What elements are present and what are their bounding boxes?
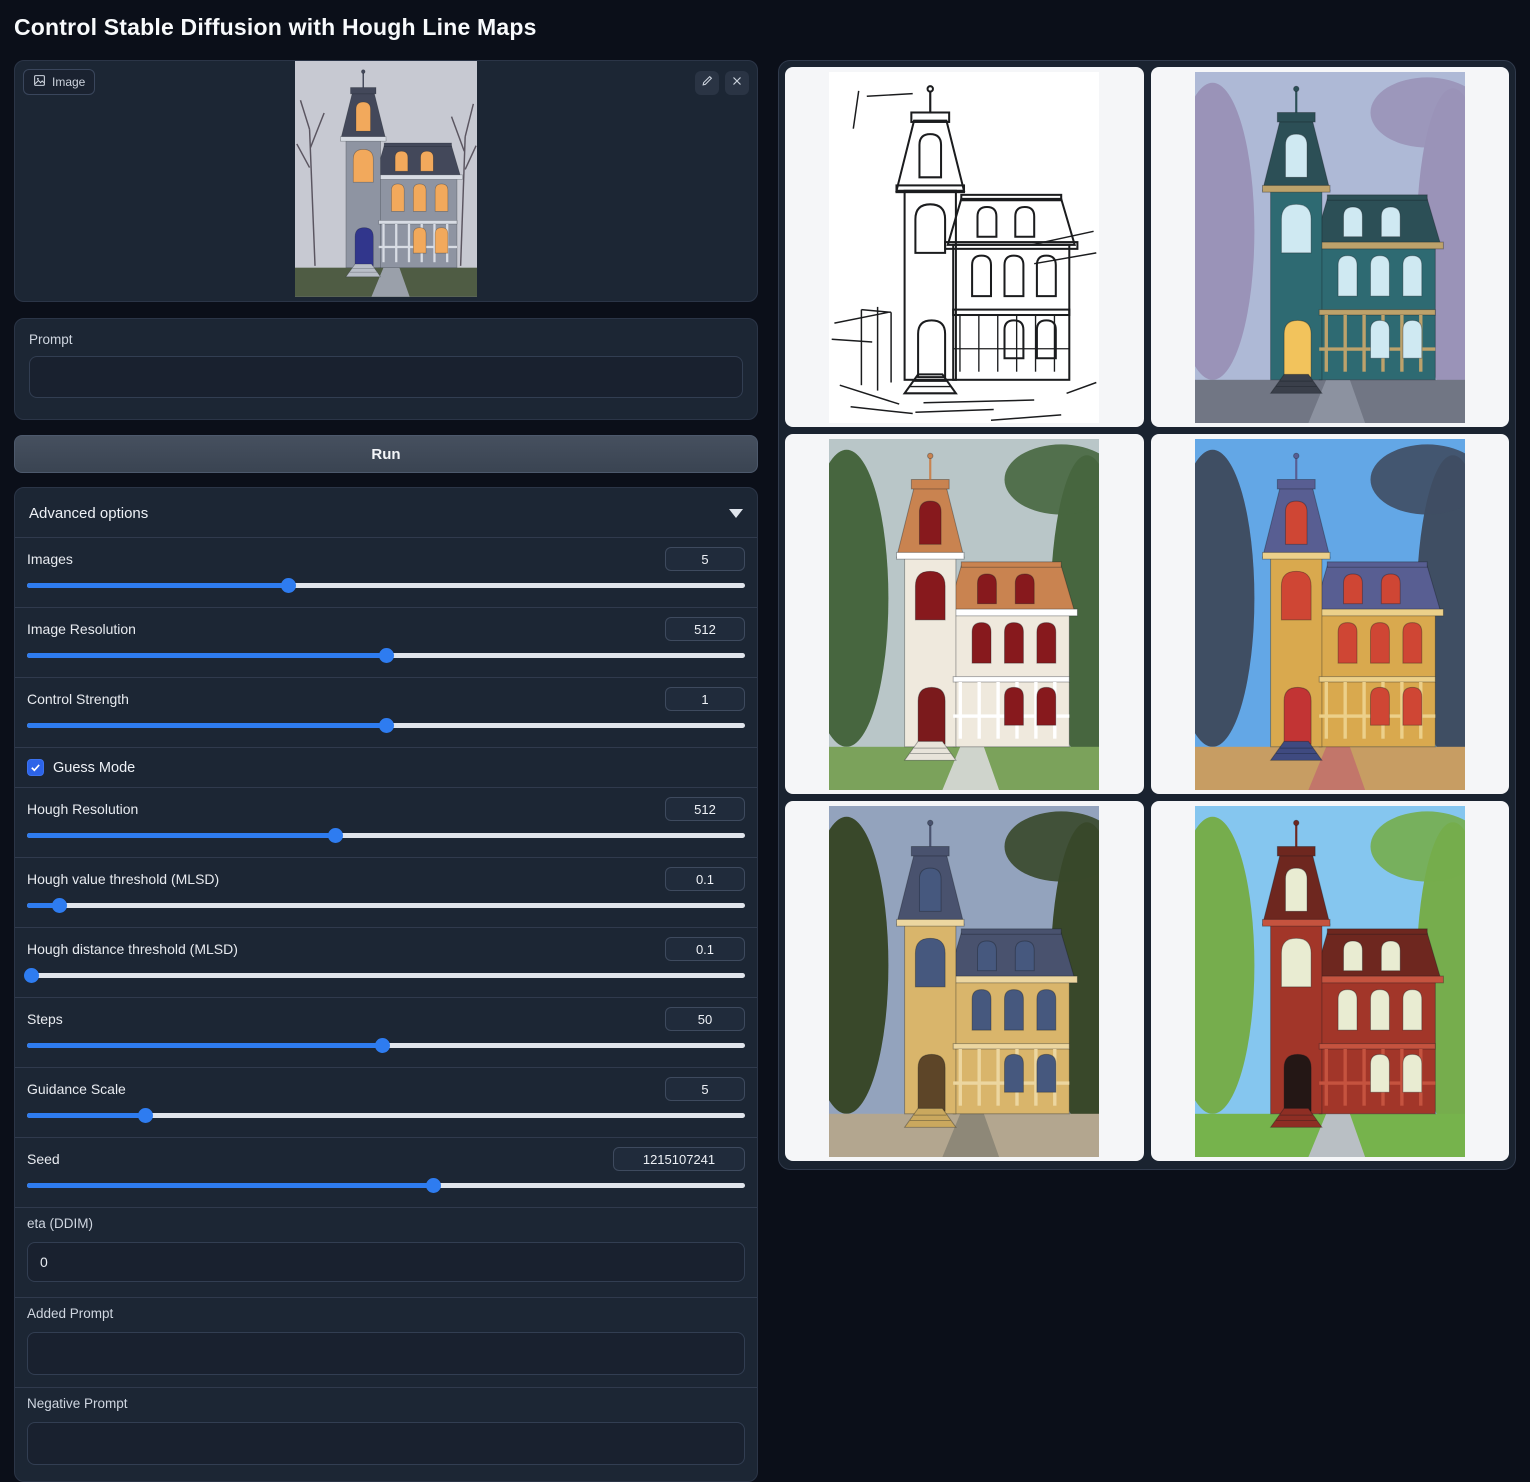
result-white-house-image	[829, 439, 1099, 790]
row-eta-ddim: eta (DDIM)	[15, 1207, 757, 1297]
result-gold-house-image	[829, 806, 1099, 1157]
clear-image-button[interactable]	[725, 71, 749, 95]
gallery-item-result-mustard-house[interactable]	[1151, 434, 1510, 794]
added-prompt-label: Added Prompt	[27, 1306, 745, 1321]
prompt-block: Prompt	[14, 318, 758, 420]
row-steps: Steps	[15, 997, 757, 1067]
hough-value-threshold-mlsd-slider[interactable]	[27, 903, 745, 908]
input-image-preview	[295, 60, 477, 302]
prompt-input[interactable]	[29, 356, 743, 398]
advanced-options-accordion: Advanced options Images Image Resolution…	[14, 487, 758, 1482]
hough-distance-threshold-mlsd-slider[interactable]	[27, 973, 745, 978]
seed-slider-fill	[27, 1183, 433, 1188]
hough-distance-threshold-mlsd-slider-handle[interactable]	[24, 968, 39, 983]
steps-slider-fill	[27, 1043, 382, 1048]
control-strength-slider-handle[interactable]	[379, 718, 394, 733]
result-red-brick-house-image	[1195, 806, 1465, 1157]
hough-resolution-value-input[interactable]	[665, 797, 745, 821]
seed-label: Seed	[27, 1151, 60, 1167]
x-icon	[731, 74, 743, 92]
gallery-item-result-gold-house[interactable]	[785, 801, 1144, 1161]
pencil-icon	[701, 74, 714, 92]
row-control-strength: Control Strength	[15, 677, 757, 747]
added-prompt-input[interactable]	[27, 1332, 745, 1375]
images-slider-handle[interactable]	[281, 578, 296, 593]
guidance-scale-slider[interactable]	[27, 1113, 745, 1118]
row-images: Images	[15, 537, 757, 607]
input-image-dropzone[interactable]: Image	[14, 60, 758, 302]
gallery-item-result-white-house[interactable]	[785, 434, 1144, 794]
gallery-item-result-teal-house[interactable]	[1151, 67, 1510, 427]
row-added-prompt: Added Prompt	[15, 1297, 757, 1387]
check-icon	[30, 762, 41, 773]
eta-ddim-input[interactable]	[27, 1242, 745, 1282]
control-strength-label: Control Strength	[27, 691, 129, 707]
advanced-controls: Images Image Resolution Control Strength	[15, 537, 757, 1477]
images-slider[interactable]	[27, 583, 745, 588]
hough-value-threshold-mlsd-label: Hough value threshold (MLSD)	[27, 871, 219, 887]
seed-slider-handle[interactable]	[426, 1178, 441, 1193]
page-title: Control Stable Diffusion with Hough Line…	[14, 14, 537, 41]
advanced-options-title: Advanced options	[29, 505, 148, 522]
gallery-item-result-red-brick-house[interactable]	[1151, 801, 1510, 1161]
row-guidance-scale: Guidance Scale	[15, 1067, 757, 1137]
image-label: Image	[52, 75, 85, 89]
image-resolution-label: Image Resolution	[27, 621, 136, 637]
hough-value-threshold-mlsd-slider-handle[interactable]	[52, 898, 67, 913]
row-hough-distance-threshold-mlsd: Hough distance threshold (MLSD)	[15, 927, 757, 997]
control-strength-value-input[interactable]	[665, 687, 745, 711]
hough-resolution-slider-handle[interactable]	[328, 828, 343, 843]
guidance-scale-slider-handle[interactable]	[138, 1108, 153, 1123]
chevron-down-icon	[729, 509, 743, 518]
seed-slider[interactable]	[27, 1183, 745, 1188]
hough-resolution-label: Hough Resolution	[27, 801, 138, 817]
edit-image-button[interactable]	[695, 71, 719, 95]
row-image-resolution: Image Resolution	[15, 607, 757, 677]
advanced-options-header[interactable]: Advanced options	[15, 488, 757, 537]
result-teal-house-image	[1195, 72, 1465, 423]
image-icon	[33, 74, 46, 90]
steps-label: Steps	[27, 1011, 63, 1027]
hough-line-map-image	[829, 72, 1099, 423]
image-resolution-slider[interactable]	[27, 653, 745, 658]
image-resolution-slider-handle[interactable]	[379, 648, 394, 663]
result-mustard-house-image	[1195, 439, 1465, 790]
hough-resolution-slider-fill	[27, 833, 335, 838]
guidance-scale-label: Guidance Scale	[27, 1081, 126, 1097]
eta-ddim-label: eta (DDIM)	[27, 1216, 745, 1231]
left-column: Image Prompt Run Advanced options	[14, 60, 758, 1482]
steps-value-input[interactable]	[665, 1007, 745, 1031]
control-strength-slider[interactable]	[27, 723, 745, 728]
row-hough-resolution: Hough Resolution	[15, 787, 757, 857]
hough-distance-threshold-mlsd-label: Hough distance threshold (MLSD)	[27, 941, 238, 957]
image-resolution-value-input[interactable]	[665, 617, 745, 641]
prompt-label: Prompt	[29, 332, 743, 347]
negative-prompt-label: Negative Prompt	[27, 1396, 745, 1411]
guess-mode-checkbox[interactable]	[27, 759, 44, 776]
images-slider-fill	[27, 583, 288, 588]
row-guess-mode: Guess Mode	[15, 747, 757, 787]
row-negative-prompt: Negative Prompt	[15, 1387, 757, 1477]
image-resolution-slider-fill	[27, 653, 386, 658]
hough-resolution-slider[interactable]	[27, 833, 745, 838]
gallery-item-hough-line-map[interactable]	[785, 67, 1144, 427]
seed-value-input[interactable]	[613, 1147, 745, 1171]
control-strength-slider-fill	[27, 723, 386, 728]
hough-distance-threshold-mlsd-value-input[interactable]	[665, 937, 745, 961]
steps-slider[interactable]	[27, 1043, 745, 1048]
hough-value-threshold-mlsd-value-input[interactable]	[665, 867, 745, 891]
result-gallery	[778, 60, 1516, 1170]
row-hough-value-threshold-mlsd: Hough value threshold (MLSD)	[15, 857, 757, 927]
images-label: Images	[27, 551, 73, 567]
images-value-input[interactable]	[665, 547, 745, 571]
steps-slider-handle[interactable]	[375, 1038, 390, 1053]
image-label-badge: Image	[23, 69, 95, 95]
guidance-scale-slider-fill	[27, 1113, 145, 1118]
guidance-scale-value-input[interactable]	[665, 1077, 745, 1101]
negative-prompt-input[interactable]	[27, 1422, 745, 1465]
run-button[interactable]: Run	[14, 435, 758, 473]
row-seed: Seed	[15, 1137, 757, 1207]
guess-mode-label: Guess Mode	[53, 760, 135, 776]
